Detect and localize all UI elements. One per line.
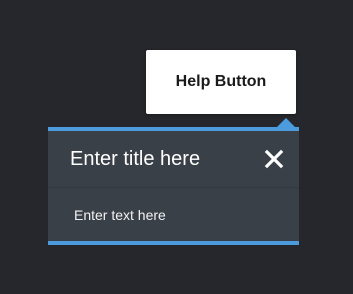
- help-button[interactable]: Help Button: [146, 50, 296, 114]
- popover-header: Enter title here: [48, 131, 299, 188]
- popover-pointer: [277, 118, 295, 127]
- app-canvas: Help Button Enter title here Enter text …: [0, 0, 353, 294]
- popover-title: Enter title here: [70, 147, 201, 170]
- close-icon: [264, 149, 284, 169]
- close-button[interactable]: [261, 146, 287, 172]
- popover-panel: Enter title here Enter text here: [48, 127, 299, 245]
- popover-body-text: Enter text here: [74, 206, 166, 223]
- help-button-label: Help Button: [175, 73, 267, 90]
- popover-body: Enter text here: [48, 188, 299, 241]
